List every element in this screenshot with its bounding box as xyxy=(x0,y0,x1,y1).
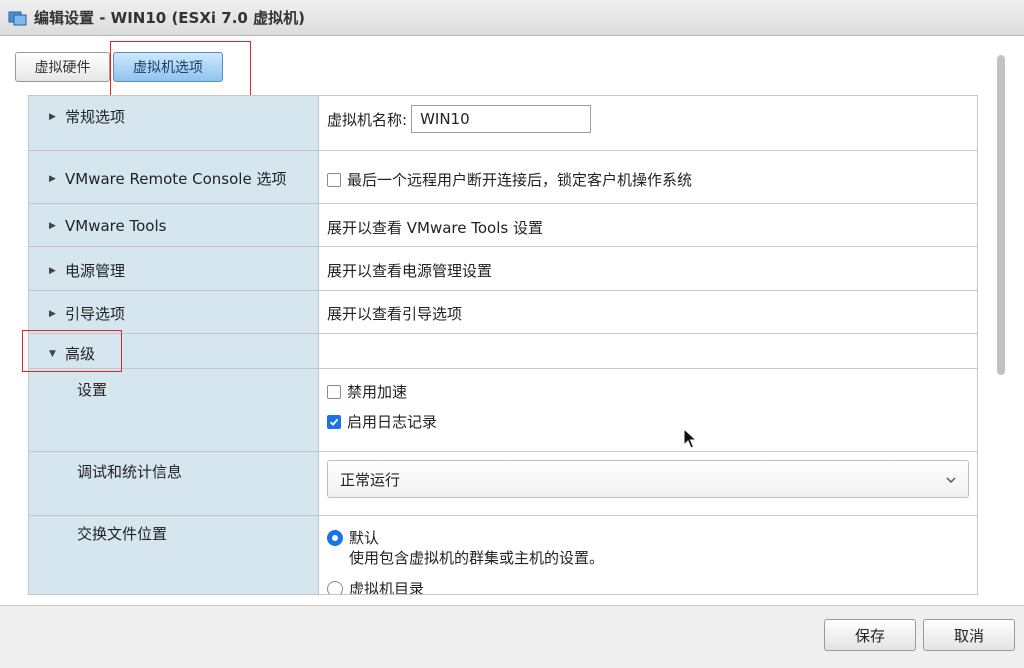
section-toggle-boot[interactable]: ▶ 引导选项 xyxy=(49,303,125,324)
expand-arrow-icon: ▶ xyxy=(49,111,56,122)
section-tools: ▶ VMware Tools 展开以查看 VMware Tools 设置 xyxy=(29,204,977,247)
dialog-footer: 保存 取消 xyxy=(0,605,1024,668)
section-label: 高级 xyxy=(65,345,96,363)
power-summary: 展开以查看电源管理设置 xyxy=(327,262,493,280)
settings-label: 设置 xyxy=(77,381,108,399)
lock-guest-label: 最后一个远程用户断开连接后，锁定客户机操作系统 xyxy=(347,171,693,189)
section-label: VMware Remote Console 选项 xyxy=(65,170,287,188)
section-label: 引导选项 xyxy=(65,305,126,323)
lock-guest-option[interactable]: 最后一个远程用户断开连接后，锁定客户机操作系统 xyxy=(327,169,692,190)
section-toggle-advanced[interactable]: ▼ 高级 xyxy=(49,343,95,364)
section-general: ▶ 常规选项 虚拟机名称: WIN10 xyxy=(29,96,977,151)
disable-accel-label: 禁用加速 xyxy=(347,383,408,401)
edit-settings-dialog: 编辑设置 - WIN10 (ESXi 7.0 虚拟机) 虚拟硬件 虚拟机选项 ▶… xyxy=(0,0,1024,668)
expand-arrow-icon: ▶ xyxy=(49,308,56,319)
checkmark-icon xyxy=(329,418,339,426)
mouse-pointer-icon xyxy=(683,428,697,449)
tab-vm-options[interactable]: 虚拟机选项 xyxy=(113,52,223,82)
dialog-title: 编辑设置 - WIN10 (ESXi 7.0 虚拟机) xyxy=(34,9,305,27)
debug-stats-value: 正常运行 xyxy=(340,470,401,489)
advanced-debug-row: 调试和统计信息 正常运行 xyxy=(29,452,977,516)
section-toggle-power[interactable]: ▶ 电源管理 xyxy=(49,260,125,281)
section-power: ▶ 电源管理 展开以查看电源管理设置 xyxy=(29,247,977,291)
swap-vmdir-option[interactable]: 虚拟机目录 xyxy=(327,578,425,595)
section-toggle-general[interactable]: ▶ 常规选项 xyxy=(49,106,125,127)
disable-accel-checkbox[interactable] xyxy=(327,384,341,399)
vertical-scrollbar[interactable] xyxy=(996,55,1006,385)
vm-name-input[interactable]: WIN10 xyxy=(411,105,592,133)
section-label: VMware Tools xyxy=(65,217,167,235)
debug-stats-select[interactable]: 正常运行 xyxy=(327,460,969,498)
swap-vmdir-label: 虚拟机目录 xyxy=(349,580,425,595)
swap-label: 交换文件位置 xyxy=(77,525,168,543)
enable-logging-label: 启用日志记录 xyxy=(347,413,438,431)
save-button[interactable]: 保存 xyxy=(824,619,916,651)
swap-default-desc: 使用包含虚拟机的群集或主机的设置。 xyxy=(349,549,605,567)
section-toggle-tools[interactable]: ▶ VMware Tools xyxy=(49,217,166,235)
collapse-arrow-icon: ▼ xyxy=(49,348,56,359)
section-toggle-vmrc[interactable]: ▶ VMware Remote Console 选项 xyxy=(49,168,286,189)
scrollbar-thumb[interactable] xyxy=(997,55,1005,375)
expand-arrow-icon: ▶ xyxy=(49,221,56,231)
swap-default-radio[interactable] xyxy=(327,529,343,546)
tools-summary: 展开以查看 VMware Tools 设置 xyxy=(327,219,543,237)
section-label: 常规选项 xyxy=(65,108,126,126)
vm-options-panel: ▶ 常规选项 虚拟机名称: WIN10 ▶ VMware Remote Cons… xyxy=(28,95,978,595)
cancel-button[interactable]: 取消 xyxy=(923,619,1015,651)
boot-summary: 展开以查看引导选项 xyxy=(327,305,463,323)
debug-label: 调试和统计信息 xyxy=(77,463,183,481)
title-bar: 编辑设置 - WIN10 (ESXi 7.0 虚拟机) xyxy=(0,0,1024,36)
swap-vmdir-radio[interactable] xyxy=(327,580,343,594)
section-vmrc: ▶ VMware Remote Console 选项 最后一个远程用户断开连接后… xyxy=(29,151,977,204)
vm-icon xyxy=(8,11,27,25)
disable-accel-option[interactable]: 禁用加速 xyxy=(327,381,407,402)
expand-arrow-icon: ▶ xyxy=(49,265,56,276)
section-boot: ▶ 引导选项 展开以查看引导选项 xyxy=(29,291,977,334)
section-label: 电源管理 xyxy=(65,262,126,280)
lock-guest-checkbox[interactable] xyxy=(327,172,341,187)
swap-default-label: 默认 xyxy=(349,529,380,547)
section-advanced: ▼ 高级 xyxy=(29,334,977,369)
enable-logging-option[interactable]: 启用日志记录 xyxy=(327,411,437,432)
enable-logging-checkbox[interactable] xyxy=(327,414,341,429)
advanced-swap-row: 交换文件位置 默认 使用包含虚拟机的群集或主机的设置。 虚拟机目录 xyxy=(29,516,977,595)
tab-virtual-hardware[interactable]: 虚拟硬件 xyxy=(15,52,110,82)
vm-name-field-group: 虚拟机名称: WIN10 xyxy=(327,105,592,133)
chevron-down-icon xyxy=(946,477,956,484)
expand-arrow-icon: ▶ xyxy=(49,173,56,184)
vm-name-label: 虚拟机名称: xyxy=(327,110,408,129)
swap-default-option[interactable]: 默认 xyxy=(327,527,379,548)
advanced-settings-row: 设置 禁用加速 启用日志记录 xyxy=(29,369,977,452)
